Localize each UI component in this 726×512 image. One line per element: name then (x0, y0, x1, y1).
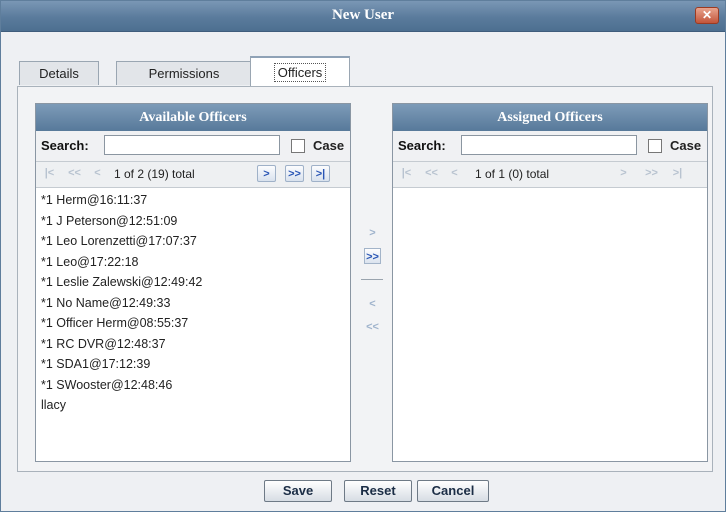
available-officers-header: Available Officers (36, 104, 350, 131)
list-item[interactable]: *1 SDA1@17:12:39 (41, 354, 350, 375)
available-officers-list[interactable]: *1 Herm@16:11:37 *1 J Peterson@12:51:09 … (36, 188, 350, 416)
save-button[interactable]: Save (264, 480, 332, 502)
last-page-button[interactable]: >| (311, 165, 330, 182)
assigned-search-input[interactable] (461, 135, 637, 155)
assigned-officers-header: Assigned Officers (393, 104, 707, 131)
next-page-button[interactable]: > (257, 165, 276, 182)
prev-page-group-icon: << (68, 167, 81, 179)
assigned-case-checkbox[interactable] (648, 139, 662, 153)
assigned-officers-box: Assigned Officers Search: Case |< << < 1… (392, 103, 708, 462)
assigned-pager: |< << < 1 of 1 (0) total > >> >| (393, 162, 707, 188)
list-item[interactable]: *1 No Name@12:49:33 (41, 293, 350, 314)
tab-permissions-label: Permissions (148, 66, 220, 81)
tab-permissions[interactable]: Permissions (116, 61, 252, 85)
tab-details-label: Details (39, 66, 79, 81)
available-search-label: Search: (41, 138, 89, 153)
next-page-group-icon: >> (645, 167, 658, 179)
list-item[interactable]: *1 SWooster@12:48:46 (41, 375, 350, 396)
list-item[interactable]: *1 RC DVR@12:48:37 (41, 334, 350, 355)
next-page-icon: > (620, 167, 627, 179)
remove-all-officers-button[interactable]: << (364, 319, 381, 335)
prev-page-group-icon: << (425, 167, 438, 179)
add-officer-button[interactable]: > (364, 225, 381, 241)
available-search-row: Search: Case (36, 131, 350, 162)
list-item[interactable]: *1 J Peterson@12:51:09 (41, 211, 350, 232)
assigned-pager-text: 1 of 1 (0) total (475, 167, 550, 181)
list-item[interactable]: *1 Herm@16:11:37 (41, 190, 350, 211)
list-item[interactable]: *1 Leo Lorenzetti@17:07:37 (41, 231, 350, 252)
available-pager: |< << < 1 of 2 (19) total > >> >| (36, 162, 350, 188)
list-item[interactable]: *1 Leo@17:22:18 (41, 252, 350, 273)
list-item[interactable]: llacy (41, 395, 350, 416)
assigned-search-label: Search: (398, 138, 446, 153)
tab-details[interactable]: Details (19, 61, 99, 85)
prev-page-icon: < (451, 167, 458, 179)
next-page-group-button[interactable]: >> (285, 165, 304, 182)
first-page-icon: |< (401, 167, 412, 179)
assigned-case-label: Case (670, 138, 702, 153)
title-bar[interactable]: New User ✕ (1, 1, 725, 32)
dialog-title: New User (331, 7, 395, 23)
available-search-input[interactable] (104, 135, 280, 155)
available-case-label: Case (313, 138, 345, 153)
available-pager-text: 1 of 2 (19) total (114, 167, 195, 181)
first-page-icon: |< (44, 167, 55, 179)
tab-officers[interactable]: Officers (250, 56, 350, 87)
close-icon: ✕ (701, 8, 713, 22)
transfer-divider (361, 279, 383, 280)
assigned-search-row: Search: Case (393, 131, 707, 162)
tab-officers-label: Officers (273, 63, 327, 82)
assigned-officers-list[interactable] (393, 188, 707, 190)
list-item[interactable]: *1 Leslie Zalewski@12:49:42 (41, 272, 350, 293)
list-item[interactable]: *1 Officer Herm@08:55:37 (41, 313, 350, 334)
prev-page-icon: < (94, 167, 101, 179)
add-all-officers-button[interactable]: >> (364, 248, 381, 264)
remove-officer-button[interactable]: < (364, 296, 381, 312)
new-user-dialog: New User ✕ Details Permissions Officers … (0, 0, 726, 512)
available-case-checkbox[interactable] (291, 139, 305, 153)
reset-button[interactable]: Reset (344, 480, 412, 502)
cancel-button[interactable]: Cancel (417, 480, 489, 502)
available-officers-box: Available Officers Search: Case |< << < … (35, 103, 351, 462)
close-button[interactable]: ✕ (695, 7, 719, 24)
last-page-icon: >| (672, 167, 683, 179)
